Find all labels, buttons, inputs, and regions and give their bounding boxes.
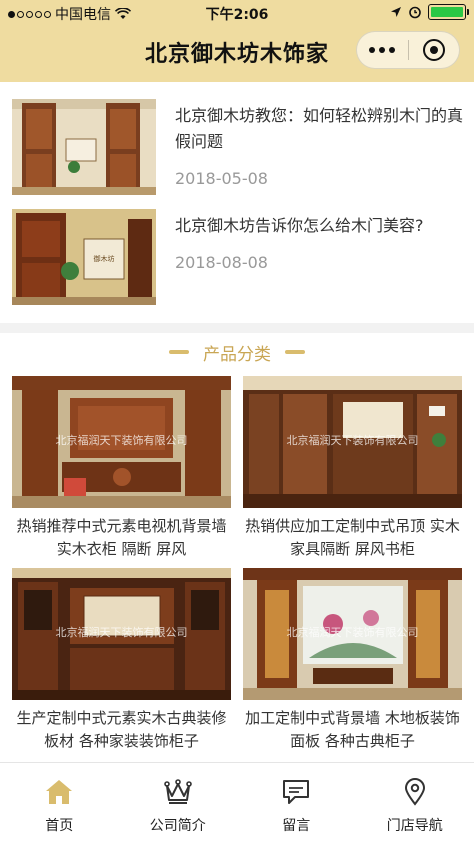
product-title: 生产定制中式元素实木古典装修板材 各种家装装饰柜子	[16, 709, 227, 750]
article-item[interactable]: 御木坊 北京御木坊告诉你怎么给木门美容? 2018-08-08	[12, 209, 462, 305]
home-icon	[43, 777, 75, 807]
mini-program-capsule	[356, 31, 460, 69]
section-bar-right	[285, 350, 305, 354]
tab-home[interactable]: 首页	[0, 763, 119, 843]
article-title: 北京御木坊教您：如何轻松辨别木门的真假问题	[175, 106, 464, 151]
article-title: 北京御木坊告诉你怎么给木门美容?	[175, 216, 424, 235]
chat-icon	[280, 777, 312, 807]
tab-label: 留言	[282, 818, 311, 834]
bottom-tab-bar: 首页 公司简介 留言 门店导航	[0, 762, 474, 843]
product-card[interactable]: 北京福润天下装饰有限公司 加工定制中式背景墙 木地板装饰面板 各种古典柜子	[243, 568, 462, 753]
section-divider	[0, 323, 474, 333]
product-card[interactable]: 北京福润天下装饰有限公司 生产定制中式元素实木古典装修板材 各种家装装饰柜子	[12, 568, 231, 753]
section-bar-left	[169, 350, 189, 354]
alarm-icon	[409, 6, 421, 19]
target-icon	[422, 39, 445, 61]
article-date: 2018-08-08	[175, 253, 268, 272]
product-title: 加工定制中式背景墙 木地板装饰面板 各种古典柜子	[245, 709, 460, 750]
tab-label: 公司简介	[149, 818, 206, 834]
article-thumbnail: 御木坊	[12, 209, 156, 305]
top-bar: 中国电信 下午2:06 北京御木坊木饰家	[0, 0, 474, 82]
tab-store-navigation[interactable]: 门店导航	[356, 763, 474, 843]
product-image: 北京福润天下装饰有限公司	[12, 568, 231, 700]
product-card[interactable]: 北京福润天下装饰有限公司 热销推荐中式元素电视机背景墙 实木衣柜 隔断 屏风	[12, 376, 231, 561]
location-arrow-icon	[391, 7, 401, 17]
status-right	[390, 4, 469, 20]
more-button[interactable]	[357, 32, 408, 68]
product-image: 北京福润天下装饰有限公司	[243, 568, 462, 700]
product-title: 热销推荐中式元素电视机背景墙 实木衣柜 隔断 屏风	[16, 517, 227, 558]
product-title: 热销供应加工定制中式吊顶 实木家具隔断 屏风书柜	[245, 517, 460, 558]
section-header: 产品分类	[0, 340, 474, 365]
tab-label: 首页	[45, 818, 74, 834]
product-card[interactable]: 北京福润天下装饰有限公司 热销供应加工定制中式吊顶 实木家具隔断 屏风书柜	[243, 376, 462, 561]
close-mini-program-button[interactable]	[409, 32, 460, 68]
status-bar: 中国电信 下午2:06	[0, 0, 474, 26]
tab-company-intro[interactable]: 公司简介	[119, 763, 238, 843]
product-watermark: 北京福润天下装饰有限公司	[286, 626, 419, 639]
product-watermark: 北京福润天下装饰有限公司	[286, 434, 419, 447]
article-date: 2018-05-08	[175, 169, 268, 188]
svg-text:御木坊: 御木坊	[94, 254, 115, 263]
location-pin-icon	[399, 777, 431, 807]
crown-icon	[162, 777, 194, 807]
product-image: 北京福润天下装饰有限公司	[243, 376, 462, 508]
product-watermark: 北京福润天下装饰有限公司	[55, 434, 188, 447]
tab-message[interactable]: 留言	[237, 763, 356, 843]
article-item[interactable]: 北京御木坊教您：如何轻松辨别木门的真假问题 2018-05-08	[12, 99, 464, 195]
tab-label: 门店导航	[386, 818, 443, 834]
section-title: 产品分类	[203, 344, 271, 365]
product-image: 北京福润天下装饰有限公司	[12, 376, 231, 508]
article-thumbnail	[12, 99, 156, 195]
more-dots-icon	[369, 47, 396, 53]
battery-icon	[428, 4, 469, 20]
product-watermark: 北京福润天下装饰有限公司	[55, 626, 188, 639]
